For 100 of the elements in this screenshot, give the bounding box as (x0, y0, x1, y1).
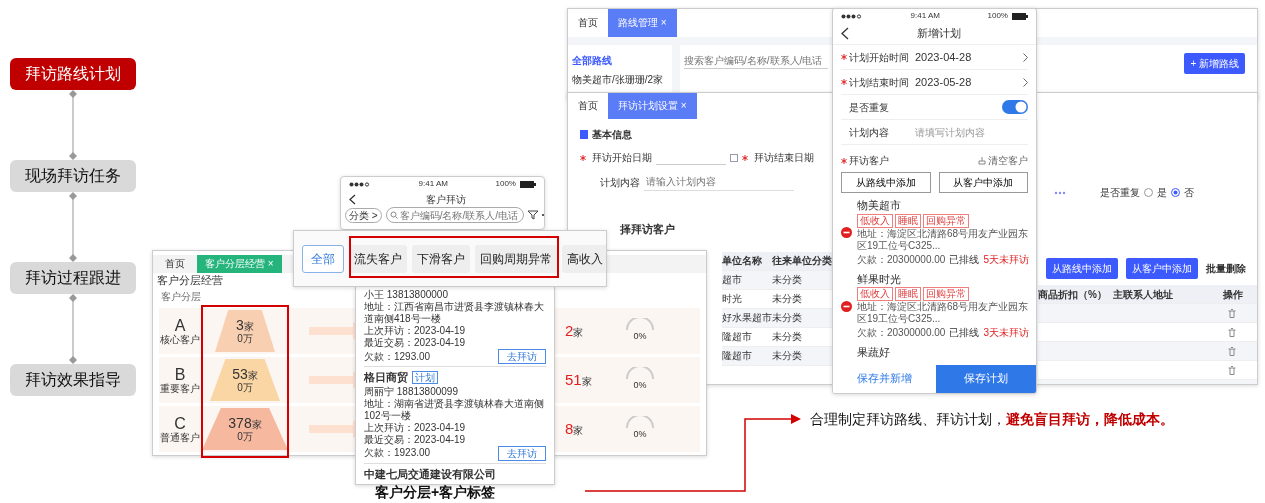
customer-name: 物美超市 (857, 198, 902, 213)
signal-icon (841, 13, 863, 19)
gauge-percent: 0% (633, 330, 647, 344)
overdue-days: 3天未拜访 (983, 325, 1029, 340)
toggle-switch[interactable] (1002, 100, 1028, 114)
caption-text: 客户分层+客户标签 (375, 484, 496, 501)
tab[interactable]: 路线管理 × (608, 9, 677, 37)
sidebar-item[interactable]: 物美超市/张珊珊/2家 (572, 72, 668, 87)
customer-tag: 低收入 (857, 287, 893, 301)
add-button[interactable]: 从客户中添加 (938, 172, 1028, 193)
table-cell-text: 好水果超市 (722, 311, 772, 325)
add-button[interactable]: 从路线中添加 (841, 172, 931, 193)
filter-chip[interactable]: 下滑客户 (412, 244, 470, 273)
clear-button[interactable]: 清空客户 (988, 153, 1028, 168)
tier-amount: 0万 (237, 431, 253, 443)
phone-title: 新增计划 (915, 26, 962, 42)
required-icon (742, 154, 748, 161)
overdue-count: 51 (565, 369, 582, 390)
remove-icon (841, 227, 852, 239)
tier-amount: 0万 (237, 382, 253, 394)
table-cell-text: 未分类 (772, 349, 802, 363)
contact-info: 小王 13813800000 (364, 289, 449, 301)
count-unit: 家 (243, 320, 254, 332)
customer-name: 中建七局交通建设有限公司 (364, 466, 496, 482)
field-label: 是否重复 (848, 100, 890, 115)
filter-button[interactable]: 分类 > (345, 207, 382, 223)
table-cell-text: 时光 (722, 292, 743, 306)
table-cell-text: 未分类 (772, 330, 802, 344)
save-button[interactable]: 保存计划 (936, 364, 1036, 393)
tier-count: 53 (232, 365, 248, 382)
tier-letter: C (174, 414, 186, 432)
column-header: 操作 (1223, 287, 1244, 302)
debt-amount: 欠款：20300000.00 (857, 252, 946, 267)
field-label: 是否重复 (1100, 186, 1140, 200)
customer-tag: 回购异常 (923, 287, 969, 301)
tab[interactable]: 首页 (568, 93, 608, 119)
debt-amount: 欠款：1923.00 (364, 447, 431, 459)
tier-amount: 0万 (237, 333, 253, 345)
gauge-percent: 0% (633, 379, 647, 393)
required-icon (841, 157, 847, 164)
add-button[interactable]: 从路线中添加 (1046, 258, 1118, 279)
content-field[interactable]: 请输入计划内容 (644, 173, 794, 191)
overdue-count: 2 (565, 320, 574, 341)
trash-icon (1228, 346, 1236, 356)
count-unit: 家 (573, 423, 584, 438)
tier-name: 普通客户 (160, 432, 200, 444)
section-title: 择拜访客户 (620, 222, 676, 237)
count-unit: 家 (251, 418, 262, 430)
last-visit: 上次拜访：2023-04-19 (364, 421, 467, 434)
step-label[interactable]: 拜访效果指导 (10, 364, 136, 396)
filter-chip[interactable]: 流失客户 (349, 244, 407, 273)
customer-name: 果蔬好 (857, 345, 891, 360)
route-status: 已排线 (949, 252, 980, 267)
field-value[interactable]: 2023-05-28 (915, 73, 1023, 91)
filter-chip[interactable]: 高收入 (562, 244, 606, 273)
visit-button[interactable]: 去拜访 (498, 349, 546, 364)
batch-delete-button[interactable]: 批量删除 (1206, 261, 1246, 276)
debt-amount: 欠款：1293.00 (364, 350, 431, 363)
customer-address: 地址：海淀区北清路68号用友产业园东区19工位号C325... (857, 227, 1029, 252)
table-cell-text: 超市 (722, 273, 743, 287)
gauge-icon (625, 367, 655, 380)
visit-button[interactable]: 去拜访 (498, 445, 546, 461)
add-route-button[interactable]: + 新增路线 (1184, 53, 1245, 74)
customer-tag: 睡眠 (895, 213, 921, 228)
field-label: 计划开始时间 (849, 50, 910, 65)
step-label[interactable]: 现场拜访任务 (10, 160, 136, 192)
filter-chip[interactable]: 回购周期异常 (475, 244, 557, 273)
step-label[interactable]: 拜访过程跟进 (10, 262, 136, 294)
filter-icon (527, 210, 538, 220)
field-label: 拜访结束日期 (754, 151, 814, 165)
save-new-button[interactable]: 保存并新增 (833, 364, 936, 393)
required-icon (580, 154, 586, 161)
filter-chip[interactable]: 全部 (302, 244, 344, 273)
field-value[interactable]: 2023-04-28 (915, 48, 1023, 66)
remove-icon (841, 300, 852, 312)
tab[interactable]: 首页 (157, 255, 193, 273)
battery-icon (520, 180, 536, 188)
tier-count: 3 (236, 316, 244, 333)
step-label[interactable]: 拜访路线计划 (10, 58, 136, 90)
trash-icon (1228, 327, 1236, 337)
tier-name: 重要客户 (160, 383, 200, 395)
customer-address: 地址：江西省南昌市进贤县李渡镇林春大道南侧418号一楼 (364, 301, 545, 325)
count-unit: 家 (247, 369, 258, 381)
signal-icon (349, 181, 371, 187)
trash-icon (1228, 308, 1236, 318)
customer-tag: 回购异常 (923, 213, 969, 228)
column-header: 主联系人地址 (1113, 287, 1174, 302)
radio-label[interactable]: 否 (1184, 185, 1194, 200)
form-icon (580, 130, 588, 139)
tab[interactable]: 首页 (568, 9, 608, 37)
status-time: 9:41 AM (910, 10, 940, 22)
sidebar-title[interactable]: 全部路线 (572, 53, 668, 68)
customer-address: 地址：海淀区北清路68号用友产业园东区19工位号C325... (857, 301, 1029, 325)
connector-line (68, 294, 78, 364)
back-icon (349, 193, 356, 205)
add-button[interactable]: 从客户中添加 (1126, 258, 1198, 279)
search-field[interactable]: 搜索客户编码/名称/联系人/电话 (684, 53, 828, 69)
tab[interactable]: 拜访计划设置 × (608, 93, 697, 119)
radio-label[interactable]: 是 (1157, 185, 1167, 200)
table-cell-text: 未分类 (772, 273, 802, 287)
